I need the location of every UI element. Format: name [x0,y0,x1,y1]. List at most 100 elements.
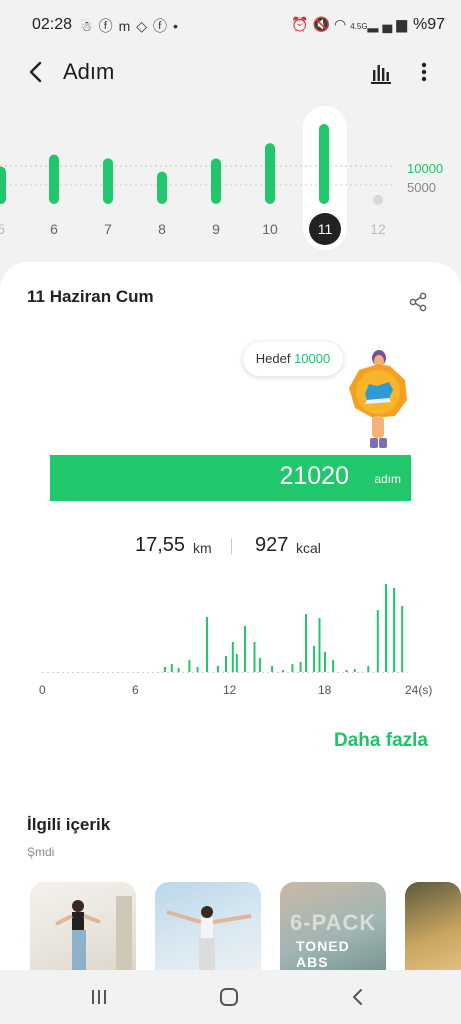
related-content-thumbnail[interactable]: 6-PACK TONED ABS [280,882,386,982]
hour-tick-label: 24(s) [405,683,433,697]
nav-back-button[interactable] [347,986,369,1008]
facebook-icon: ⓕ [98,18,119,34]
calories-value: 927 [255,534,289,556]
day-label[interactable]: 7 [93,221,123,237]
goal-bubble: Hedef 10000 [243,342,343,376]
thumbnail-subtitle: TONED ABS [296,938,350,970]
day-bar [49,154,59,204]
day-label[interactable]: 9 [201,221,231,237]
hour-bar [345,670,348,672]
day-label-selected[interactable]: 11 [309,213,341,245]
hour-bar [313,646,316,672]
goal-line-label-high: 10000 [407,161,444,176]
hour-bar [271,666,274,672]
battery-level: %97 [412,16,445,33]
day-bar [157,171,167,204]
recent-apps-button[interactable] [88,986,110,1008]
hour-tick-label: 0 [39,683,46,697]
hour-bar [258,658,261,672]
day-bar [103,158,113,204]
hour-bar [299,662,302,672]
steps-unit: adım [374,472,401,486]
status-bar: 02:28 ☃ⓕm◇ⓕ• ⏰🔇◠4.5G▂▄▆ %97 [0,0,461,50]
hour-bar [188,660,191,672]
day-bar [265,143,275,204]
summary-card: 11 Haziran Cum Hedef 10000 21020 adım 17… [0,262,461,982]
hour-bar [291,664,294,672]
day-label[interactable]: 8 [147,221,177,237]
goal-achieved-illustration [343,342,413,454]
day-bar [0,166,6,204]
wifi-icon: ◠ [333,16,351,32]
hour-bar [393,588,396,672]
signal-icon: ▂▄▆ [367,16,411,32]
share-button[interactable] [407,291,429,313]
hour-bar [376,610,379,672]
day-label[interactable]: 10 [255,221,285,237]
goal-value: 10000 [294,351,331,366]
hour-bar [367,666,370,672]
recent-apps-icon [92,990,106,1004]
hour-bar [177,668,180,672]
calories-unit: kcal [296,540,321,556]
stretching-woman-image [166,906,252,972]
hour-bar [305,614,307,672]
day-bar [211,158,221,204]
hour-bar [401,606,404,672]
hour-tick-label: 6 [132,683,139,697]
hour-bar [170,664,173,672]
back-button[interactable] [22,58,50,86]
back-chevron-icon [29,61,42,83]
hour-bar [164,667,166,672]
hour-bar [253,642,256,672]
distance-value: 17,55 [135,534,186,556]
hour-bar [332,660,335,672]
more-details-link[interactable]: Daha fazla [334,730,428,752]
app-bar: Adım [0,50,461,96]
status-time: 02:28 [32,16,73,33]
home-button[interactable] [218,986,240,1008]
trophy-mascot-icon [349,350,407,448]
day-label[interactable]: 12 [363,221,393,237]
hour-bar [235,654,238,672]
day-label[interactable]: 5 [0,221,16,237]
more-vert-icon [421,62,427,82]
system-nav-bar [0,970,461,1024]
distance-unit: km [193,540,212,556]
thumbnail-title: 6-PACK [290,910,377,935]
system-icons: ⏰🔇◠4.5G▂▄▆ [291,16,411,33]
day-label[interactable]: 6 [39,221,69,237]
related-content-title: İlgili içerik [27,815,111,834]
facebook-icon: ⓕ [153,18,174,34]
alarm-icon: ⏰ [291,16,313,32]
related-content-thumbnail[interactable] [405,882,461,982]
mute-icon: 🔇 [312,16,334,32]
goal-line-label-low: 5000 [407,180,436,195]
more-options-button[interactable] [412,58,436,86]
workout-woman-image [55,896,132,982]
notification-icons: ☃ⓕm◇ⓕ• [80,16,184,36]
tag-icon: ◇ [136,18,154,34]
steps-progress-bar: 21020 adım [50,455,411,501]
snapchat-icon: ☃ [80,18,99,34]
steps-count: 21020 [279,462,349,490]
hour-bar [196,667,199,672]
stats-divider [231,538,232,554]
hour-bar [318,618,321,672]
hour-bar [385,584,387,672]
nav-back-icon [353,989,362,1005]
related-content-subtitle: Şmdi [27,845,55,859]
related-content-thumbnail[interactable] [155,882,261,982]
share-icon [409,292,427,312]
chart-view-button[interactable] [368,60,394,86]
4g-icon: 4.5G [350,22,368,31]
stats-row: 17,55 km 927 kcal [0,532,461,562]
home-icon [220,988,238,1006]
related-content-thumbnail[interactable] [30,882,136,982]
hour-bar [324,652,326,672]
day-bar [319,124,329,204]
hour-tick-label: 12 [223,683,237,697]
goal-label: Hedef [255,351,291,366]
hour-bar [244,626,246,672]
daily-steps-chart[interactable]: 10000 5000 5 6 7 8 9 10 11 12 [0,100,461,255]
